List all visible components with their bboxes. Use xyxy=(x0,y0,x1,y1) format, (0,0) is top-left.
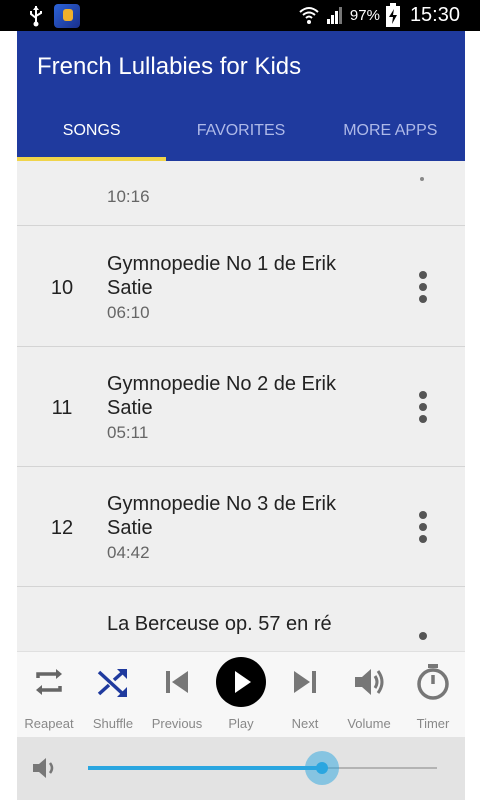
more-options-icon[interactable] xyxy=(415,391,431,427)
tab-bar: SONGS FAVORITES MORE APPS xyxy=(17,113,465,161)
signal-icon xyxy=(326,7,342,24)
song-title: La Berceuse op. 57 en ré xyxy=(107,613,332,635)
song-row[interactable]: 10:16 xyxy=(17,161,465,226)
song-duration: 05:11 xyxy=(107,423,149,442)
tab-more-apps[interactable]: MORE APPS xyxy=(316,113,465,161)
more-options-icon[interactable] xyxy=(415,511,431,547)
song-number: 11 xyxy=(51,397,73,419)
play-icon xyxy=(216,657,266,707)
song-duration: 10:16 xyxy=(107,187,150,206)
song-duration: 04:42 xyxy=(107,543,150,562)
player-controls: Reapeat Shuffle Previous Play Next Volum… xyxy=(17,651,465,737)
timer-icon xyxy=(417,664,449,700)
status-bar: 97% 15:30 xyxy=(0,0,480,31)
song-number: 12 xyxy=(50,517,74,539)
volume-slider-thumb-dot xyxy=(316,762,328,774)
song-list[interactable]: 10:16 10 Gymnopedie No 1 de Erik Satie 0… xyxy=(17,161,465,651)
song-title: Gymnopedie No 3 de Erik Satie xyxy=(107,493,337,539)
volume-icon xyxy=(355,669,384,695)
timer-label: Timer xyxy=(416,716,450,731)
more-options-icon[interactable] xyxy=(419,632,427,640)
volume-slider-track[interactable] xyxy=(88,751,437,785)
app-bar: French Lullabies for Kids SONGS FAVORITE… xyxy=(17,31,465,161)
volume-slider-bar xyxy=(17,737,465,800)
more-options-icon[interactable] xyxy=(415,271,431,307)
volume-slider-thumb[interactable] xyxy=(305,751,339,785)
song-row[interactable]: La Berceuse op. 57 en ré xyxy=(17,587,465,651)
tab-favorites[interactable]: FAVORITES xyxy=(166,113,315,161)
song-number: 10 xyxy=(50,277,74,299)
app-title: French Lullabies for Kids xyxy=(37,53,302,80)
song-row[interactable]: 12 Gymnopedie No 3 de Erik Satie 04:42 xyxy=(17,467,465,587)
song-row[interactable]: 11 Gymnopedie No 2 de Erik Satie 05:11 xyxy=(17,347,465,467)
volume-icon xyxy=(33,758,54,778)
repeat-icon xyxy=(36,669,62,695)
app-window: French Lullabies for Kids SONGS FAVORITE… xyxy=(17,31,465,800)
battery-charging-icon xyxy=(385,3,400,27)
song-title: Gymnopedie No 1 de Erik Satie xyxy=(107,253,337,299)
volume-slider-fill xyxy=(88,766,322,770)
battery-percentage: 97% xyxy=(349,6,380,24)
clock: 15:30 xyxy=(409,3,460,26)
song-row[interactable]: 10 Gymnopedie No 1 de Erik Satie 06:10 xyxy=(17,227,465,347)
previous-icon xyxy=(166,671,188,693)
more-options-icon[interactable] xyxy=(420,177,424,181)
app-notification-icon xyxy=(54,4,80,28)
timer-button[interactable]: Timer xyxy=(401,652,465,738)
usb-icon xyxy=(30,6,42,27)
song-title: Gymnopedie No 2 de Erik Satie xyxy=(107,373,337,419)
tab-songs[interactable]: SONGS xyxy=(17,113,166,161)
song-duration: 06:10 xyxy=(107,303,150,322)
next-icon xyxy=(294,671,316,693)
wifi-icon xyxy=(299,7,319,24)
shuffle-icon xyxy=(97,669,127,697)
